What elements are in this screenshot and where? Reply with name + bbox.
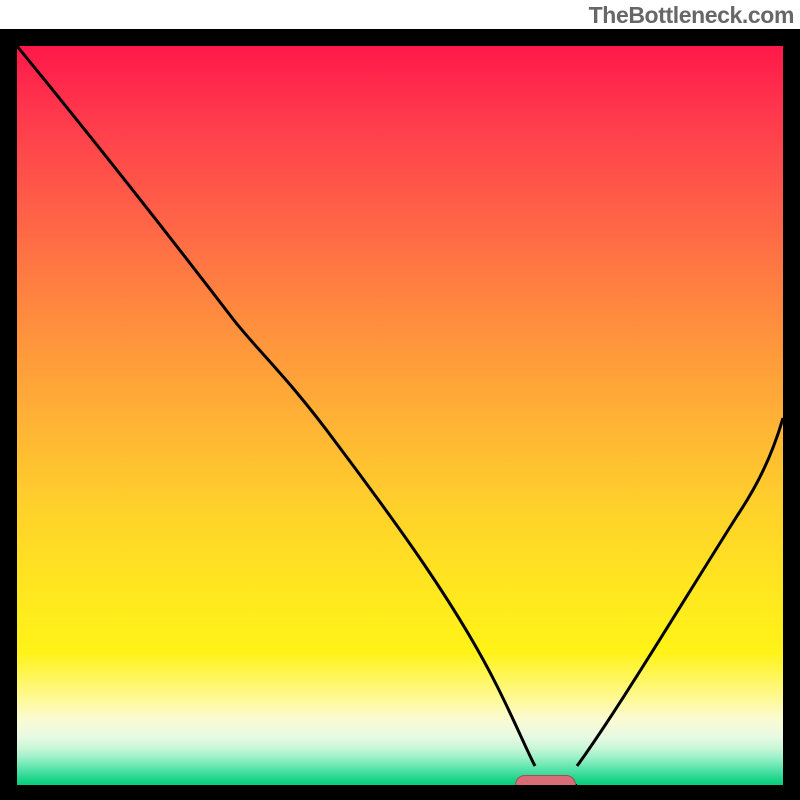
optimal-range-marker bbox=[515, 775, 576, 785]
bottleneck-curve bbox=[17, 46, 783, 785]
chart-plot-area bbox=[17, 46, 783, 785]
chart-frame bbox=[0, 29, 800, 800]
watermark-text: TheBottleneck.com bbox=[589, 2, 794, 29]
